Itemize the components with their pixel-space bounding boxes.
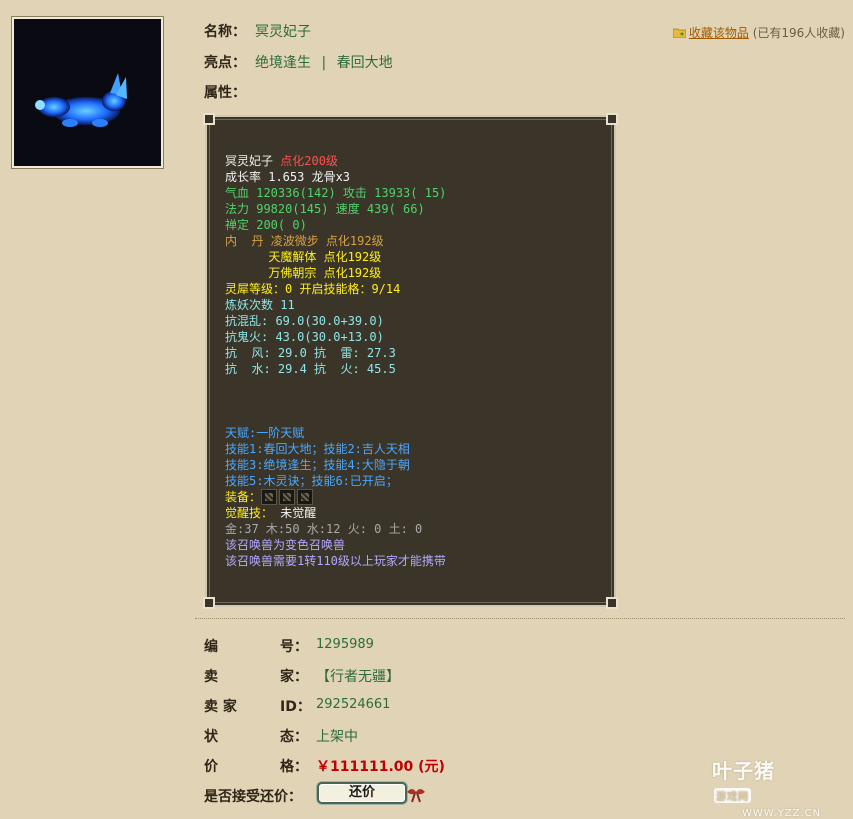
id-label-a: 编: [204, 639, 218, 655]
watermark-tag: 游戏网: [714, 788, 751, 803]
skills-1: 技能1:春回大地；技能2:吉人天相: [225, 442, 410, 456]
note-2: 该召唤兽需要1转110级以上玩家才能携带: [225, 554, 446, 568]
seller-id: 292524661: [316, 697, 391, 712]
talent-line: 天赋:一阶天赋: [225, 426, 305, 440]
neidan-1: 凌波微步 点化192级: [270, 234, 384, 248]
equip-label: 装备：: [225, 490, 262, 504]
highlight-2: 春回大地: [336, 55, 393, 71]
price-value: ￥111111.00 (元): [316, 759, 445, 775]
resist-4: 抗 水: 29.4 抗 火: 45.5: [225, 362, 396, 376]
highlight-1: 绝境逢生: [255, 55, 311, 71]
skills-2: 技能3:绝境逢生；技能4:大隐于朝: [225, 458, 410, 472]
panel-corner: [606, 113, 618, 125]
status-value: 上架中: [316, 729, 358, 745]
favorite-count: (已有196人收藏): [752, 26, 845, 40]
pet-level: 点化200级: [280, 154, 338, 168]
elements-line: 金:37 木:50 水:12 火: 0 土: 0: [225, 522, 423, 536]
awaken-value: 未觉醒: [280, 506, 317, 520]
folder-star-icon: [672, 28, 686, 38]
thumbnail-frame: [14, 19, 161, 166]
highlight-separator: |: [321, 55, 327, 71]
mp-speed-line: 法力 99820(145) 速度 439( 66): [225, 202, 425, 216]
panel-corner: [606, 597, 618, 609]
item-id: 1295989: [316, 637, 374, 652]
seller-name[interactable]: 【行者无疆】: [316, 666, 400, 686]
spirit-beast-icon: [35, 73, 127, 127]
price-label-a: 价: [204, 759, 218, 775]
zen-line: 禅定 200( 0): [225, 218, 307, 232]
pet-name: 冥灵妃子: [225, 154, 274, 168]
equip-slot-2[interactable]: [279, 489, 296, 505]
skills-3: 技能5:木灵诀；技能6:已开启；: [225, 474, 398, 488]
lingxi-line: 灵犀等级：0 开启技能格：9/14: [225, 282, 401, 296]
seller-id-label-a: 卖 家: [204, 699, 237, 715]
note-1: 该召唤兽为变色召唤兽: [225, 538, 346, 552]
hp-attack-line: 气血 120336(142) 攻击 13933( 15): [225, 186, 447, 200]
status-label-b: 态：: [280, 729, 308, 745]
favorite-link[interactable]: 收藏该物品: [689, 26, 749, 40]
price-label-b: 格：: [280, 759, 308, 775]
neidan-3: 万佛朝宗 点化192级: [268, 266, 382, 280]
equip-slot-1[interactable]: [261, 489, 278, 505]
highlight-list: 绝境逢生 | 春回大地: [255, 52, 393, 72]
attribute-text: 冥灵妃子 点化200级 成长率 1.653 龙骨x3 气血 120336(142…: [225, 153, 604, 569]
resist-1: 抗混乱: 69.0(30.0+39.0): [225, 314, 384, 328]
name-label: 名称：: [204, 24, 246, 40]
attr-label: 属性：: [204, 85, 246, 101]
seller-id-label-b: ID：: [280, 699, 311, 715]
awaken-label: 觉醒技：: [225, 506, 274, 520]
item-thumbnail: [11, 16, 164, 169]
id-label-b: 号：: [280, 639, 308, 655]
resist-2: 抗鬼火: 43.0(30.0+13.0): [225, 330, 384, 344]
panel-corner: [203, 113, 215, 125]
bargain-button[interactable]: 还价: [317, 782, 407, 804]
watermark-url: WWW.YZZ.CN: [742, 808, 822, 819]
favorite-area: 收藏该物品 (已有196人收藏): [672, 24, 845, 41]
panel-corner: [203, 597, 215, 609]
seller-label-a: 卖: [204, 669, 218, 685]
ribbon-knot-icon: [407, 789, 425, 803]
lianyao-line: 炼妖次数 11: [225, 298, 295, 312]
watermark-brand: 叶子猪: [712, 759, 775, 783]
growth-line: 成长率 1.653 龙骨x3: [225, 170, 351, 184]
attribute-panel: 冥灵妃子 点化200级 成长率 1.653 龙骨x3 气血 120336(142…: [203, 113, 618, 609]
highlight-label: 亮点：: [204, 55, 246, 71]
watermark: 叶子猪游戏网 WWW.YZZ.CN: [712, 755, 820, 819]
equip-slot-3[interactable]: [297, 489, 314, 505]
section-divider: [195, 618, 845, 619]
resist-3: 抗 风: 29.0 抗 雷: 27.3: [225, 346, 396, 360]
neidan-label: 内 丹: [225, 234, 264, 248]
status-label-a: 状: [204, 729, 218, 745]
neidan-2: 天魔解体 点化192级: [268, 250, 382, 264]
bargain-label: 是否接受还价：: [204, 789, 302, 805]
seller-label-b: 家：: [280, 669, 308, 685]
item-name: 冥灵妃子: [255, 24, 311, 40]
